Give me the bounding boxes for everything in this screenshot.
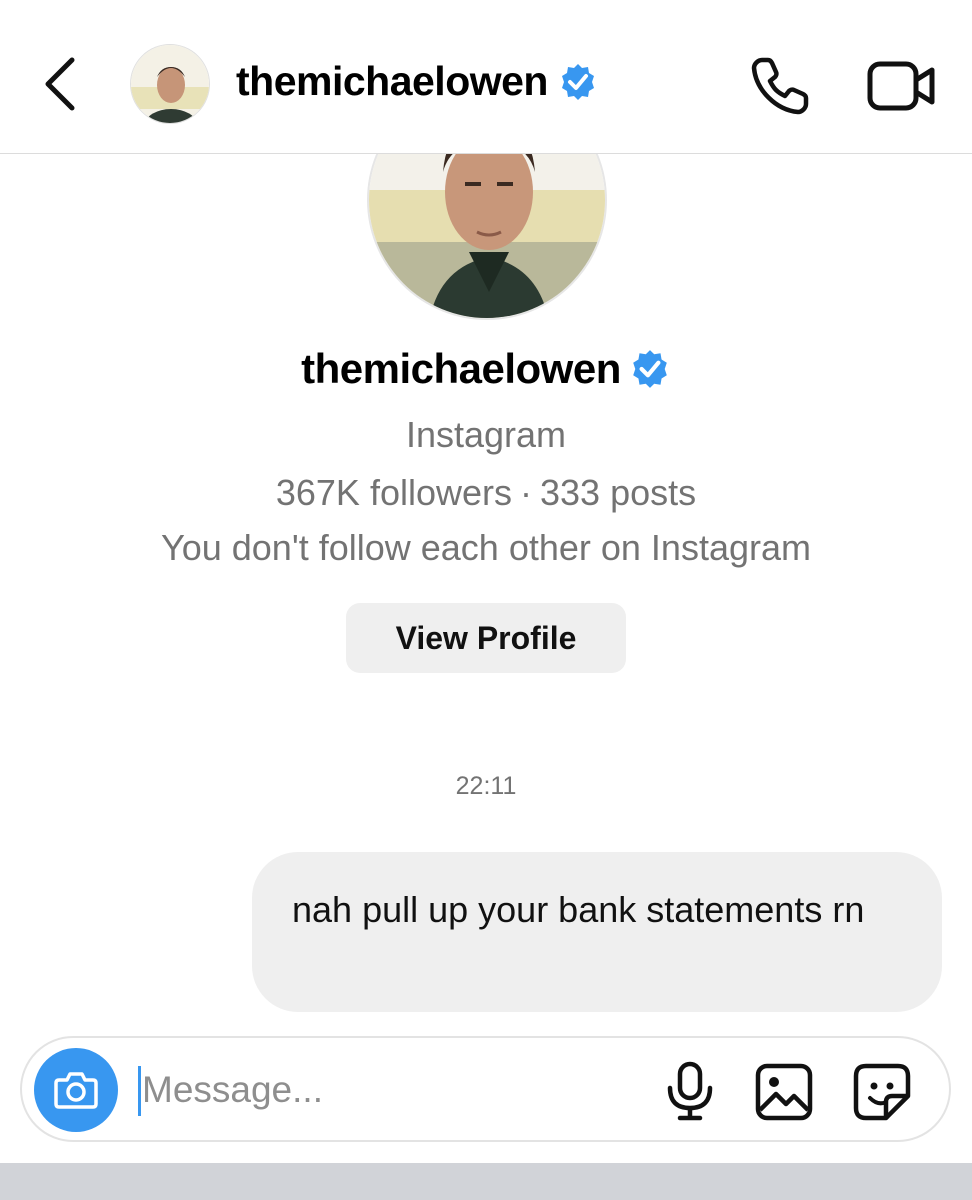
message-composer (20, 1036, 951, 1142)
header-username[interactable]: themichaelowen (236, 58, 598, 105)
phone-icon (751, 57, 809, 115)
verified-badge-icon (561, 63, 594, 100)
sticker-button[interactable] (852, 1062, 912, 1122)
profile-username-text: themichaelowen (301, 345, 621, 392)
header-avatar[interactable] (130, 44, 210, 124)
stats-separator: · (520, 472, 532, 513)
keyboard-edge (0, 1163, 972, 1200)
chat-header: themichaelowen (0, 0, 972, 154)
camera-icon (54, 1072, 98, 1109)
camera-button[interactable] (34, 1048, 118, 1132)
chevron-left-icon (45, 57, 75, 111)
message-input[interactable] (142, 1058, 642, 1122)
sent-message-bubble[interactable]: nah pull up your bank statements rn (252, 852, 942, 1012)
followers-count: 367K followers (275, 472, 512, 513)
profile-app-label: Instagram (405, 414, 567, 455)
back-button[interactable] (36, 52, 84, 116)
image-icon (755, 1063, 813, 1121)
text-cursor (138, 1066, 141, 1116)
sticker-icon (853, 1063, 911, 1121)
gallery-button[interactable] (754, 1062, 814, 1122)
verified-badge-icon (633, 350, 667, 388)
video-camera-icon (867, 61, 935, 111)
header-username-text: themichaelowen (236, 58, 548, 104)
view-profile-button[interactable]: View Profile (346, 603, 626, 673)
video-call-button[interactable] (866, 54, 938, 118)
follow-relationship: You don't follow each other on Instagram (161, 527, 811, 568)
message-text: nah pull up your bank statements rn (292, 889, 865, 930)
voice-call-button[interactable] (748, 54, 812, 118)
microphone-icon (667, 1061, 713, 1121)
profile-stats: 367K followers · 333 posts (0, 472, 972, 514)
profile-username: themichaelowen (0, 345, 972, 393)
posts-count: 333 posts (540, 472, 697, 513)
avatar-image (131, 45, 209, 123)
voice-message-button[interactable] (662, 1060, 718, 1122)
message-timestamp: 22:11 (455, 772, 517, 800)
